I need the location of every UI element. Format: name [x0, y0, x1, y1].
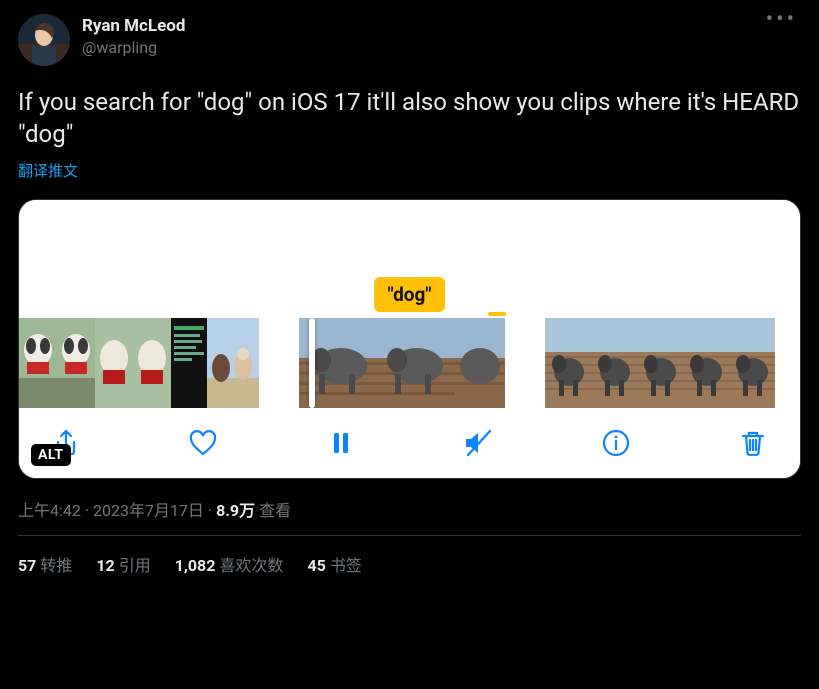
timeline-frame: [545, 318, 591, 408]
playhead[interactable]: [309, 318, 315, 408]
timeline-frame: [95, 318, 133, 408]
translate-link[interactable]: 翻译推文: [18, 160, 801, 181]
media-card[interactable]: "dog": [18, 199, 801, 479]
tweet-meta[interactable]: 上午4:42 · 2023年7月17日 · 8.9万 查看: [18, 497, 801, 521]
alt-badge[interactable]: ALT: [31, 444, 71, 466]
caption-pill: "dog": [374, 277, 446, 312]
author-handle: @warpling: [82, 38, 762, 58]
quotes-stat[interactable]: 12引用: [96, 552, 150, 576]
tweet-header: Ryan McLeod @warpling •••: [18, 14, 801, 66]
like-button[interactable]: [184, 424, 222, 462]
timeline-gap: [505, 318, 545, 408]
tweet-time: 上午4:42: [18, 501, 81, 520]
timeline-frame: [19, 318, 57, 408]
media-preview-area: "dog": [19, 200, 800, 318]
timeline-frame: [57, 318, 95, 408]
avatar[interactable]: [18, 14, 70, 66]
views-label: 查看: [259, 501, 291, 520]
pause-icon: [325, 427, 357, 459]
delete-button[interactable]: [734, 424, 772, 462]
tweet-date: 2023年7月17日: [93, 501, 204, 520]
author-display-name: Ryan McLeod: [82, 16, 762, 36]
clip-group-1[interactable]: [19, 318, 259, 408]
more-options-button[interactable]: •••: [762, 14, 801, 26]
timeline-gap: [259, 318, 299, 408]
caption-tick-marker: [488, 312, 506, 316]
timeline-frame: [455, 318, 505, 408]
views-count: 8.9万: [216, 501, 255, 520]
timeline-frame: [133, 318, 171, 408]
video-timeline[interactable]: [19, 318, 800, 408]
author-identity[interactable]: Ryan McLeod @warpling: [82, 14, 762, 58]
trash-icon: [737, 427, 769, 459]
timeline-frame: [207, 318, 259, 408]
tweet-text: If you search for "dog" on iOS 17 it'll …: [18, 86, 801, 150]
mute-button[interactable]: [459, 424, 497, 462]
timeline-frame: [683, 318, 729, 408]
stats-row: 57转推 12引用 1,082喜欢次数 45书签: [18, 536, 801, 590]
avatar-image: [18, 14, 70, 66]
bookmarks-stat[interactable]: 45书签: [307, 552, 361, 576]
mute-icon: [462, 427, 494, 459]
timeline-frame: [637, 318, 683, 408]
retweets-stat[interactable]: 57转推: [18, 552, 72, 576]
timeline-frame: [591, 318, 637, 408]
timeline-frame: [171, 318, 207, 408]
clip-group-3[interactable]: [545, 318, 775, 408]
likes-stat[interactable]: 1,082喜欢次数: [175, 552, 284, 576]
clip-group-2[interactable]: [299, 318, 505, 408]
pause-button[interactable]: [322, 424, 360, 462]
media-toolbar: [19, 408, 800, 478]
info-button[interactable]: [597, 424, 635, 462]
timeline-frame: [729, 318, 775, 408]
tweet-container: Ryan McLeod @warpling ••• If you search …: [0, 0, 819, 590]
heart-icon: [187, 427, 219, 459]
info-icon: [600, 427, 632, 459]
timeline-frame: [377, 318, 455, 408]
